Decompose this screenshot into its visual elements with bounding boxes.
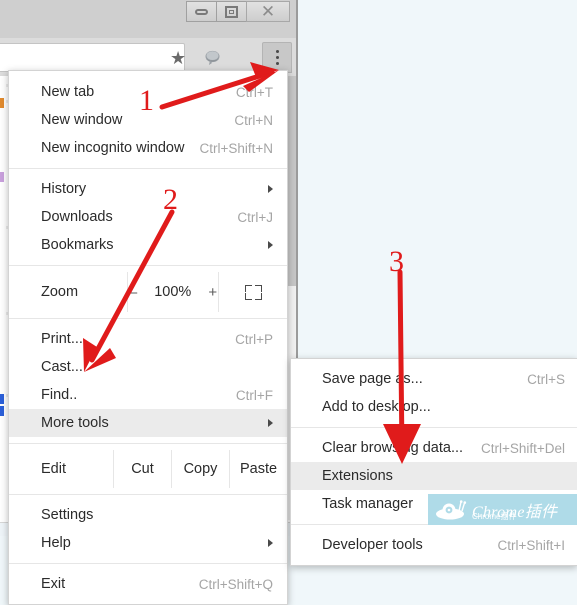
menu-item-accelerator: Ctrl+F xyxy=(235,387,273,403)
chrome-menu-button[interactable] xyxy=(262,42,292,73)
edit-paste-button[interactable]: Paste xyxy=(229,450,287,488)
menu-dot-3 xyxy=(275,62,279,65)
menu-item-print[interactable]: Print... Ctrl+P xyxy=(9,325,287,353)
edit-cut-button[interactable]: Cut xyxy=(113,450,171,488)
submenu-item-save-page-as[interactable]: Save page as... Ctrl+S xyxy=(291,365,577,393)
close-button[interactable]: ✕ xyxy=(246,1,290,22)
chevron-right-icon xyxy=(268,419,273,427)
menu-item-accelerator: Ctrl+J xyxy=(237,209,273,225)
menu-item-label: Cast... xyxy=(41,359,83,375)
menu-item-accelerator: Ctrl+Shift+N xyxy=(199,140,273,156)
menu-item-exit[interactable]: Exit Ctrl+Shift+Q xyxy=(9,570,287,598)
chevron-right-icon xyxy=(268,539,273,547)
menu-item-more-tools[interactable]: More tools xyxy=(9,409,287,437)
watermark-badge: Chrome插件 Chrome插件 xyxy=(428,494,577,525)
menu-item-label: Downloads xyxy=(41,209,113,225)
zoom-level-value: 100% xyxy=(154,284,192,300)
menu-item-label: Task manager xyxy=(322,496,414,512)
page-marker xyxy=(0,406,4,416)
extension-glyph xyxy=(205,50,220,65)
maximize-button[interactable] xyxy=(216,1,247,22)
menu-item-label: Add to desktop... xyxy=(322,399,431,415)
menu-item-label: History xyxy=(41,181,87,197)
menu-dot-2 xyxy=(275,56,279,59)
title-bar: ✕ xyxy=(0,0,298,38)
menu-dot-1 xyxy=(275,50,279,53)
menu-item-new-window[interactable]: New window Ctrl+N xyxy=(9,106,287,134)
edit-copy-button[interactable]: Copy xyxy=(171,450,229,488)
menu-item-label: Extensions xyxy=(322,468,393,484)
menu-item-label: Developer tools xyxy=(322,537,423,553)
menu-item-label: Print... xyxy=(41,331,83,347)
menu-item-new-tab[interactable]: New tab Ctrl+T xyxy=(9,78,287,106)
page-marker xyxy=(0,394,4,404)
zoom-label: Zoom xyxy=(41,284,79,300)
menu-item-label: Save page as... xyxy=(322,371,423,387)
menu-item-accelerator: Ctrl+Shift+Del xyxy=(480,440,565,456)
menu-item-accelerator: Ctrl+Shift+Q xyxy=(198,576,273,592)
minimize-icon xyxy=(195,8,208,15)
watermark-subtext: Chrome插件 xyxy=(472,512,517,521)
menu-item-accelerator: Ctrl+P xyxy=(235,331,273,347)
menu-separator xyxy=(9,494,287,495)
menu-item-downloads[interactable]: Downloads Ctrl+J xyxy=(9,203,287,231)
menu-separator xyxy=(291,427,577,428)
menu-item-help[interactable]: Help xyxy=(9,529,287,557)
menu-item-accelerator: Ctrl+S xyxy=(527,371,565,387)
menu-item-label: Settings xyxy=(41,507,94,523)
menu-separator xyxy=(9,318,287,319)
chevron-right-icon xyxy=(268,241,273,249)
bookmark-star-icon[interactable]: ★ xyxy=(170,49,186,67)
submenu-item-add-to-desktop[interactable]: Add to desktop... xyxy=(291,393,577,421)
menu-separator xyxy=(9,563,287,564)
minimize-button[interactable] xyxy=(186,1,217,22)
menu-item-bookmarks[interactable]: Bookmarks xyxy=(9,231,287,259)
address-bar[interactable] xyxy=(0,43,185,72)
menu-item-label: Clear browsing data... xyxy=(322,440,464,456)
menu-separator xyxy=(9,265,287,266)
fullscreen-icon xyxy=(244,284,262,300)
page-marker xyxy=(0,98,4,108)
menu-item-accelerator: Ctrl+N xyxy=(234,112,273,128)
zoom-controls: – 100% + xyxy=(127,272,219,312)
extension-icon[interactable] xyxy=(203,50,222,66)
menu-item-label: New tab xyxy=(41,84,95,100)
chevron-right-icon xyxy=(268,185,273,193)
submenu-item-developer-tools[interactable]: Developer tools Ctrl+Shift+I xyxy=(291,531,577,559)
restore-icon xyxy=(225,5,238,18)
menu-separator xyxy=(9,168,287,169)
fullscreen-button[interactable] xyxy=(219,272,287,312)
submenu-item-extensions[interactable]: Extensions xyxy=(291,462,577,490)
menu-item-label: Find.. xyxy=(41,387,78,403)
menu-item-cast[interactable]: Cast... xyxy=(9,353,287,381)
annotation-number-3: 3 xyxy=(389,245,404,278)
menu-item-accelerator: Ctrl+Shift+I xyxy=(497,537,565,553)
menu-item-label: Bookmarks xyxy=(41,237,114,253)
chrome-main-menu: New tab Ctrl+T New window Ctrl+N New inc… xyxy=(8,70,288,605)
snail-icon xyxy=(436,499,467,519)
menu-item-find[interactable]: Find.. Ctrl+F xyxy=(9,381,287,409)
menu-item-label: More tools xyxy=(41,415,109,431)
menu-item-history[interactable]: History xyxy=(9,175,287,203)
page-marker xyxy=(0,172,4,182)
edit-label: Edit xyxy=(41,461,66,477)
menu-item-settings[interactable]: Settings xyxy=(9,501,287,529)
menu-item-label: Help xyxy=(41,535,71,551)
menu-item-new-incognito-window[interactable]: New incognito window Ctrl+Shift+N xyxy=(9,134,287,162)
more-tools-submenu: Save page as... Ctrl+S Add to desktop...… xyxy=(290,358,577,566)
zoom-in-button[interactable]: + xyxy=(208,284,217,301)
menu-item-label: New window xyxy=(41,112,123,128)
menu-zoom-row: Zoom – 100% + xyxy=(9,272,287,312)
menu-edit-row: Edit Cut Copy Paste xyxy=(9,450,287,488)
menu-separator xyxy=(9,443,287,444)
close-icon: ✕ xyxy=(260,2,276,21)
menu-item-label: Exit xyxy=(41,576,66,592)
zoom-out-button[interactable]: – xyxy=(129,284,137,301)
window-controls: ✕ xyxy=(186,1,290,23)
menu-item-label: New incognito window xyxy=(41,140,185,156)
scrollbar-thumb[interactable] xyxy=(288,76,296,286)
submenu-item-clear-browsing-data[interactable]: Clear browsing data... Ctrl+Shift+Del xyxy=(291,434,577,462)
menu-item-accelerator: Ctrl+T xyxy=(235,84,273,100)
